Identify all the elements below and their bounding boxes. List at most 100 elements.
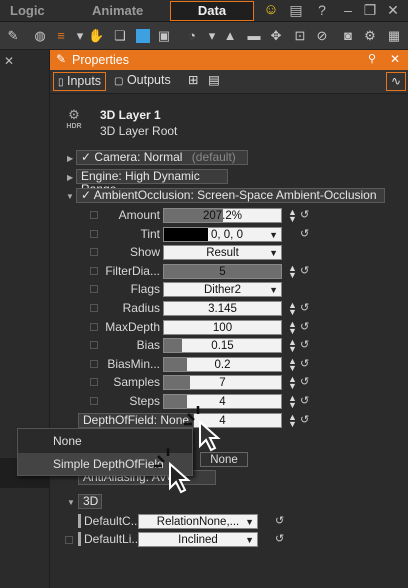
cone-icon[interactable]: ▲	[222, 28, 238, 44]
collapse-triangle-icon[interactable]: ▼	[66, 192, 74, 201]
minimize-icon[interactable]: –	[340, 2, 356, 18]
reset-icon[interactable]: ↺	[275, 532, 284, 545]
checkbox[interactable]	[90, 248, 98, 257]
param-value: 207.2%	[202, 210, 242, 222]
shape-icon[interactable]: ◔	[184, 28, 200, 44]
chevron-down-icon[interactable]: ▾	[72, 28, 88, 44]
dof-section[interactable]: DepthOfField: None	[78, 413, 194, 428]
reset-icon[interactable]: ↺	[300, 227, 309, 240]
dof-value[interactable]: None	[200, 452, 248, 467]
reset-icon[interactable]: ↺	[300, 357, 309, 370]
checkbox[interactable]	[90, 359, 98, 368]
slash-icon[interactable]: ⊘	[314, 28, 330, 44]
frame-icon[interactable]: ⊡	[292, 28, 308, 44]
param-field[interactable]: 7	[163, 375, 282, 391]
checkbox[interactable]	[90, 397, 98, 405]
stepper-icon[interactable]: ▲ ▼	[288, 412, 297, 428]
mode-animate[interactable]: Animate	[92, 3, 143, 18]
gear-icon[interactable]: ⚙	[362, 28, 378, 44]
dropdown-icon[interactable]: ▾	[204, 28, 220, 44]
square-icon[interactable]: ▣	[156, 28, 172, 44]
stepper-icon[interactable]: ▲ ▼	[288, 356, 297, 372]
stepper-icon[interactable]: ▲ ▼	[288, 208, 297, 224]
tab-grid[interactable]: ⊞	[184, 72, 202, 91]
color-swatch[interactable]	[164, 227, 208, 241]
list-icon[interactable]: ≡	[53, 28, 69, 44]
checkbox[interactable]	[90, 378, 98, 387]
waveform-icon[interactable]: ∿	[386, 72, 406, 91]
stepper-icon[interactable]: ▲ ▼	[288, 263, 297, 279]
close-icon[interactable]: ✕	[390, 52, 400, 66]
3d-section[interactable]: 3D	[78, 494, 102, 509]
param-field[interactable]: 0.15	[163, 338, 282, 354]
pin-icon[interactable]: ⚲	[368, 52, 376, 65]
reset-icon[interactable]: ↺	[300, 338, 309, 351]
param-field[interactable]: 207.2%	[163, 208, 282, 223]
param-field[interactable]: Result ▼	[163, 245, 282, 261]
blue-square-icon[interactable]	[136, 29, 150, 43]
checkbox[interactable]	[90, 229, 98, 238]
camera-icon[interactable]: ◙	[340, 28, 356, 44]
engine-section[interactable]: Engine: High Dynamic Range	[76, 169, 228, 196]
bar-icon[interactable]: ▬	[246, 28, 262, 44]
reset-icon[interactable]: ↺	[275, 514, 284, 527]
stepper-icon[interactable]: ▲ ▼	[288, 375, 297, 391]
reset-icon[interactable]: ↺	[300, 320, 309, 333]
reset-icon[interactable]: ↺	[300, 394, 309, 407]
checkbox[interactable]	[90, 304, 98, 312]
reset-icon[interactable]: ↺	[300, 375, 309, 388]
checkbox[interactable]	[90, 211, 98, 219]
checkbox[interactable]	[90, 266, 98, 275]
tab-list[interactable]: ▤	[204, 72, 224, 91]
collapse-triangle-icon[interactable]: ▼	[67, 498, 75, 507]
eyedropper-icon[interactable]: ✎	[5, 28, 21, 44]
stepper-icon[interactable]: ▲ ▼	[288, 338, 297, 354]
grab-icon[interactable]: ✋	[88, 28, 104, 44]
restore-icon[interactable]: ❐	[362, 2, 378, 18]
pin-icon[interactable]: ✕	[4, 54, 14, 68]
3d-label: 3D	[83, 494, 99, 508]
close-icon[interactable]: ✕	[385, 2, 401, 18]
checkbox[interactable]	[90, 322, 98, 331]
mode-data[interactable]: Data	[170, 1, 254, 21]
stepper-icon[interactable]: ▲ ▼	[288, 394, 297, 410]
smiley-icon[interactable]: ☺	[263, 2, 279, 18]
param-field[interactable]: 3.145	[163, 301, 282, 316]
document-icon[interactable]: ▤	[288, 2, 304, 18]
param-value: Dither2	[203, 284, 242, 297]
checkbox[interactable]	[90, 341, 98, 350]
tab-outputs[interactable]: ▢ Outputs	[110, 72, 175, 91]
hdr-label: HDR	[66, 123, 82, 130]
image-icon[interactable]: ▦	[386, 28, 402, 44]
checkbox[interactable]	[65, 536, 73, 544]
move-icon[interactable]: ✥	[268, 28, 284, 44]
reset-icon[interactable]: ↺	[300, 301, 309, 314]
camera-default: (default)	[191, 150, 236, 164]
default-c-dropdown[interactable]: RelationNone,... ▼	[138, 514, 258, 529]
toolbar: ✎ ◍ ≡ ▾ ✋ ❏ ▣ ◔ ▾ ▲ ▬ ✥ ⊡ ⊘ ◙ ⚙ ▦	[0, 22, 408, 50]
default-li-dropdown[interactable]: Inclined ▼	[138, 532, 258, 547]
checkbox[interactable]	[90, 285, 98, 294]
outputs-icon: ▢	[114, 76, 124, 87]
param-field[interactable]: 0.2	[163, 356, 282, 372]
stepper-icon[interactable]: ▲ ▼	[288, 319, 297, 335]
expand-triangle-icon[interactable]: ▶	[67, 154, 73, 163]
tab-inputs[interactable]: ▯ Inputs	[53, 72, 107, 91]
param-field[interactable]: 5	[163, 263, 282, 279]
param-field[interactable]: Dither2 ▼	[163, 282, 282, 298]
reset-icon[interactable]: ↺	[300, 264, 309, 277]
camera-section[interactable]: ✓ Camera: Normal (default)	[76, 150, 248, 165]
param-field[interactable]: 100	[163, 319, 282, 335]
param-field[interactable]: 0, 0, 0 ▼	[163, 226, 282, 242]
expand-triangle-icon[interactable]: ▶	[67, 173, 73, 182]
reset-icon[interactable]: ↺	[300, 413, 309, 426]
mode-logic[interactable]: Logic	[10, 3, 45, 18]
help-icon[interactable]: ?	[314, 2, 330, 18]
globe-icon[interactable]: ◍	[32, 28, 48, 44]
stepper-icon[interactable]: ▲ ▼	[288, 301, 297, 317]
copy-icon[interactable]: ❏	[112, 28, 128, 44]
reset-icon[interactable]: ↺	[300, 208, 309, 221]
param-label: FilterDia...	[105, 263, 160, 278]
ao-section[interactable]: ✓ AmbientOcclusion: Screen-Space Ambient…	[76, 188, 385, 203]
param-fill	[164, 339, 182, 353]
